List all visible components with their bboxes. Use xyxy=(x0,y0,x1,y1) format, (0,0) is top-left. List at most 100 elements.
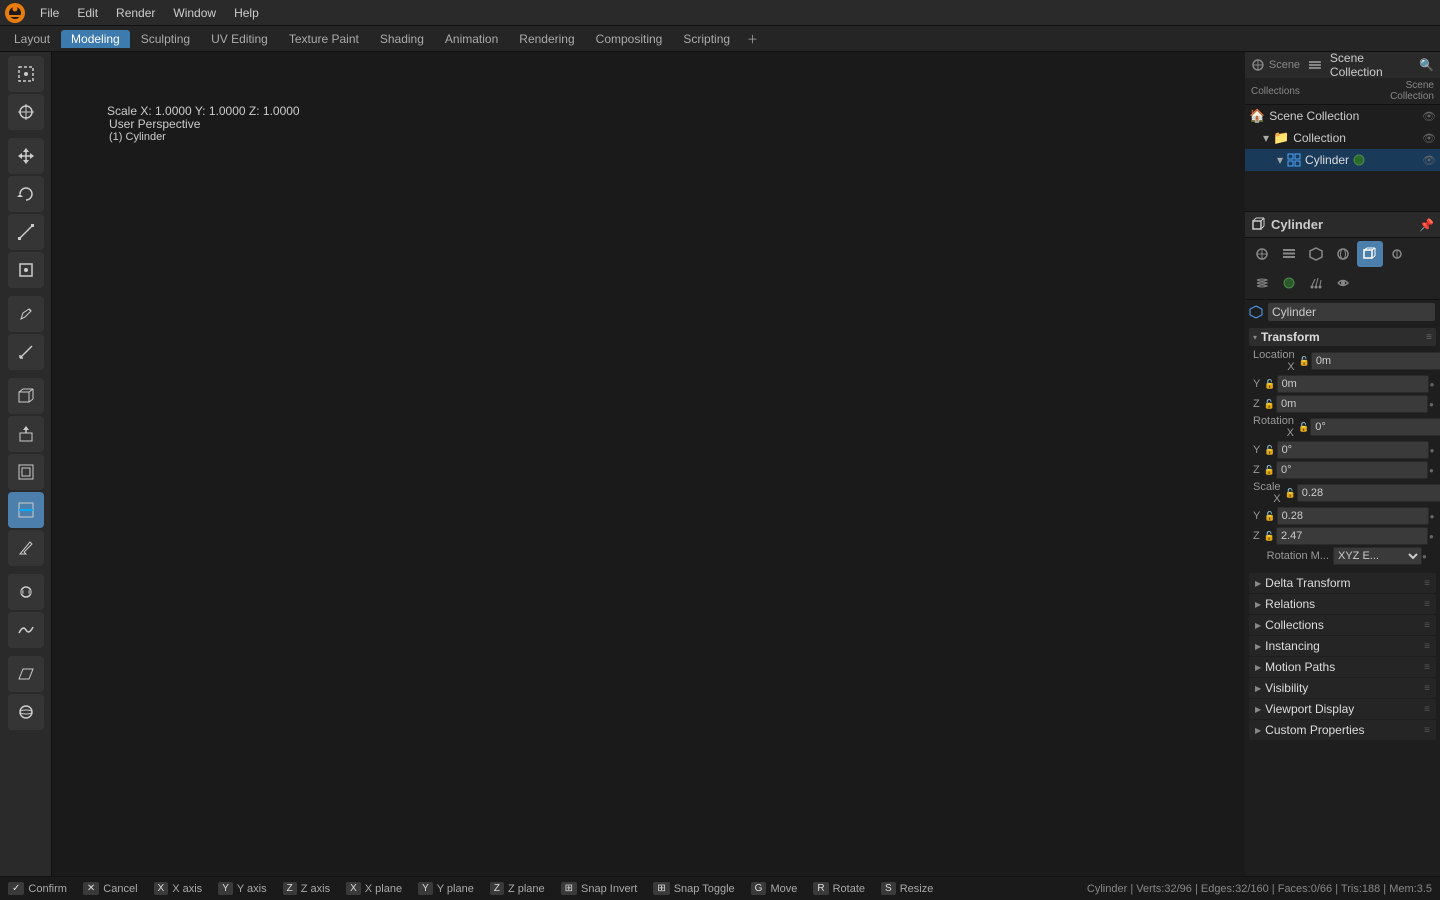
tool-extrude[interactable] xyxy=(8,416,44,452)
tool-loop-cut[interactable] xyxy=(8,492,44,528)
location-z-dot[interactable]: ● xyxy=(1429,400,1434,409)
scale-y-lock[interactable]: 🔓 xyxy=(1264,511,1275,522)
rotation-x-input[interactable] xyxy=(1310,418,1440,436)
tab-texture-paint[interactable]: Texture Paint xyxy=(279,30,369,48)
custom-properties-section[interactable]: ▶ Custom Properties ≡ xyxy=(1249,720,1436,740)
tool-to-sphere[interactable] xyxy=(8,694,44,730)
props-icon-scene2[interactable] xyxy=(1303,241,1329,267)
motion-paths-menu[interactable]: ≡ xyxy=(1424,662,1430,673)
location-z-input[interactable] xyxy=(1276,395,1428,413)
props-icon-renderlayer[interactable] xyxy=(1276,241,1302,267)
rotation-mode-dot[interactable]: ● xyxy=(1422,552,1432,561)
scale-z-input[interactable] xyxy=(1276,527,1428,545)
props-icon-physics[interactable] xyxy=(1330,270,1356,296)
scale-y-dot[interactable]: ● xyxy=(1430,512,1435,521)
tool-merge[interactable] xyxy=(8,574,44,610)
rotation-z-dot[interactable]: ● xyxy=(1429,466,1434,475)
motion-paths-section[interactable]: ▶ Motion Paths ≡ xyxy=(1249,657,1436,677)
cylinder-expand-icon[interactable]: ▾ xyxy=(1277,153,1283,167)
location-y-dot[interactable]: ● xyxy=(1430,380,1435,389)
menu-file[interactable]: File xyxy=(32,4,67,22)
tab-shading[interactable]: Shading xyxy=(370,30,434,48)
props-icon-object[interactable] xyxy=(1357,241,1383,267)
scene-collection-eye[interactable]: 👁 xyxy=(1422,110,1436,123)
location-z-lock[interactable]: 🔓 xyxy=(1264,399,1275,410)
scale-z-dot[interactable]: ● xyxy=(1429,532,1434,541)
tab-compositing[interactable]: Compositing xyxy=(586,30,673,48)
tool-knife[interactable] xyxy=(8,530,44,566)
outliner-item-scene-collection[interactable]: 🏠 Scene Collection 👁 xyxy=(1245,105,1440,127)
tool-cursor[interactable] xyxy=(8,94,44,130)
rotation-y-dot[interactable]: ● xyxy=(1430,446,1435,455)
instancing-menu[interactable]: ≡ xyxy=(1424,641,1430,652)
visibility-menu[interactable]: ≡ xyxy=(1424,683,1430,694)
transform-section-header[interactable]: ▾ Transform ≡ xyxy=(1249,328,1436,346)
tool-transform[interactable] xyxy=(8,252,44,288)
props-icon-data[interactable] xyxy=(1249,270,1275,296)
scale-z-lock[interactable]: 🔓 xyxy=(1264,531,1275,542)
props-pin-button[interactable]: 📌 xyxy=(1419,218,1434,232)
custom-props-menu[interactable]: ≡ xyxy=(1424,725,1430,736)
collection-eye[interactable]: 👁 xyxy=(1422,132,1436,145)
rotation-z-lock[interactable]: 🔓 xyxy=(1264,465,1275,476)
tool-add-cube[interactable] xyxy=(8,378,44,414)
instancing-section[interactable]: ▶ Instancing ≡ xyxy=(1249,636,1436,656)
location-x-lock[interactable]: 🔓 xyxy=(1299,356,1310,367)
location-x-input[interactable] xyxy=(1311,352,1440,370)
rotation-mode-select[interactable]: XYZ E... xyxy=(1333,547,1422,565)
location-y-lock[interactable]: 🔓 xyxy=(1264,379,1275,390)
tab-layout[interactable]: Layout xyxy=(4,30,60,48)
outliner-item-cylinder[interactable]: ▾ Cylinder 👁 xyxy=(1245,149,1440,171)
props-icon-scene[interactable] xyxy=(1249,241,1275,267)
tool-shear[interactable] xyxy=(8,656,44,692)
menu-help[interactable]: Help xyxy=(226,4,267,22)
tool-select-box[interactable] xyxy=(8,56,44,92)
custom-props-label: Custom Properties xyxy=(1265,723,1364,737)
collection-expand-icon[interactable]: ▾ xyxy=(1263,131,1269,145)
tool-smooth[interactable] xyxy=(8,612,44,648)
relations-menu[interactable]: ≡ xyxy=(1424,599,1430,610)
tool-rotate[interactable] xyxy=(8,176,44,212)
menu-window[interactable]: Window xyxy=(165,4,224,22)
viewport-display-menu[interactable]: ≡ xyxy=(1424,704,1430,715)
relations-section[interactable]: ▶ Relations ≡ xyxy=(1249,594,1436,614)
collections-section[interactable]: ▶ Collections ≡ xyxy=(1249,615,1436,635)
props-icon-world[interactable] xyxy=(1330,241,1356,267)
scale-x-input[interactable] xyxy=(1297,484,1440,502)
outliner-item-collection[interactable]: ▾ 📁 Collection 👁 xyxy=(1245,127,1440,149)
tool-measure[interactable] xyxy=(8,334,44,370)
menu-render[interactable]: Render xyxy=(108,4,163,22)
tab-uv-editing[interactable]: UV Editing xyxy=(201,30,278,48)
rotation-x-lock[interactable]: 🔓 xyxy=(1298,422,1309,433)
add-workspace-button[interactable]: ＋ xyxy=(741,29,764,49)
tab-animation[interactable]: Animation xyxy=(435,30,508,48)
props-icon-material[interactable] xyxy=(1276,270,1302,296)
viewport-display-section[interactable]: ▶ Viewport Display ≡ xyxy=(1249,699,1436,719)
object-name-input[interactable] xyxy=(1268,303,1435,321)
scale-y-input[interactable] xyxy=(1277,507,1429,525)
location-y-input[interactable] xyxy=(1277,375,1429,393)
rotation-y-input[interactable] xyxy=(1277,441,1429,459)
tab-rendering[interactable]: Rendering xyxy=(509,30,584,48)
tool-scale[interactable] xyxy=(8,214,44,250)
tool-move[interactable] xyxy=(8,138,44,174)
rotation-z-input[interactable] xyxy=(1276,461,1428,479)
transform-menu[interactable]: ≡ xyxy=(1426,332,1432,343)
props-icon-particles[interactable] xyxy=(1303,270,1329,296)
rotation-y-lock[interactable]: 🔓 xyxy=(1264,445,1275,456)
tab-sculpting[interactable]: Sculpting xyxy=(131,30,200,48)
scene-icon xyxy=(1251,58,1265,72)
outliner-filter[interactable]: 🔍 xyxy=(1419,58,1434,72)
tool-annotate[interactable] xyxy=(8,296,44,332)
scale-x-lock[interactable]: 🔓 xyxy=(1285,488,1296,499)
tab-scripting[interactable]: Scripting xyxy=(673,30,740,48)
menu-edit[interactable]: Edit xyxy=(69,4,106,22)
delta-menu[interactable]: ≡ xyxy=(1424,578,1430,589)
tool-inset[interactable] xyxy=(8,454,44,490)
collections-menu[interactable]: ≡ xyxy=(1424,620,1430,631)
delta-transform-section[interactable]: ▶ Delta Transform ≡ xyxy=(1249,573,1436,593)
props-icon-constraints[interactable] xyxy=(1384,241,1410,267)
visibility-section[interactable]: ▶ Visibility ≡ xyxy=(1249,678,1436,698)
cylinder-eye[interactable]: 👁 xyxy=(1422,154,1436,167)
tab-modeling[interactable]: Modeling xyxy=(61,30,130,48)
